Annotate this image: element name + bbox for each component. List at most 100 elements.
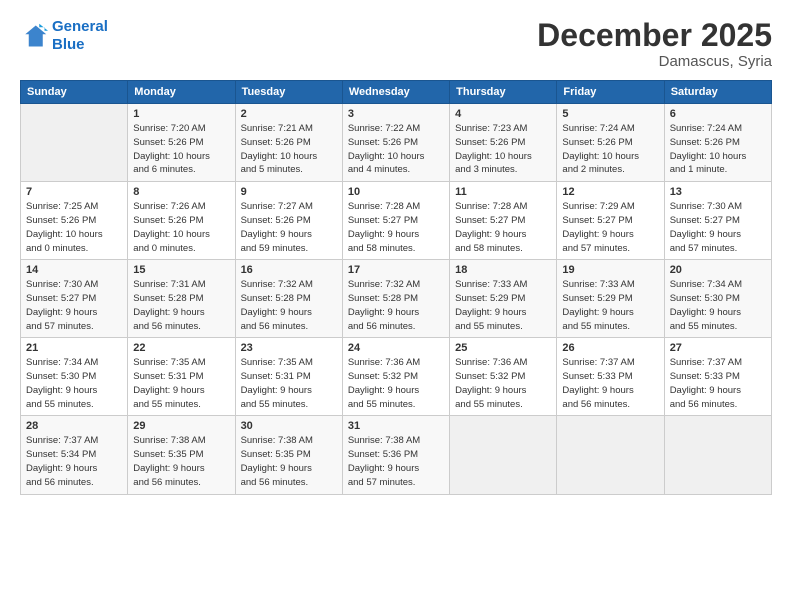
day-number: 7 xyxy=(26,186,122,198)
day-number: 22 xyxy=(133,342,229,354)
logo-text: General Blue xyxy=(52,18,108,54)
calendar-body: 1Sunrise: 7:20 AM Sunset: 5:26 PM Daylig… xyxy=(21,104,772,494)
day-cell: 14 Sunrise: 7:30 AM Sunset: 5:27 PM Dayli… xyxy=(21,260,128,338)
day-info: Sunrise: 7:32 AM Sunset: 5:28 PM Dayligh… xyxy=(241,278,337,333)
day-info: Sunrise: 7:35 AM Sunset: 5:31 PM Dayligh… xyxy=(133,356,229,411)
day-info: Sunrise: 7:38 AM Sunset: 5:36 PM Dayligh… xyxy=(348,434,444,489)
day-cell: 22 Sunrise: 7:35 AM Sunset: 5:31 PM Dayli… xyxy=(128,338,235,416)
day-info: Sunrise: 7:37 AM Sunset: 5:33 PM Dayligh… xyxy=(562,356,658,411)
header: General Blue December 2025 Damascus, Syr… xyxy=(20,18,772,70)
day-cell xyxy=(557,416,664,494)
day-info: Sunrise: 7:38 AM Sunset: 5:35 PM Dayligh… xyxy=(133,434,229,489)
day-cell: 27Sunrise: 7:37 AM Sunset: 5:33 PM Dayli… xyxy=(664,338,771,416)
day-cell: 20 Sunrise: 7:34 AM Sunset: 5:30 PM Dayli… xyxy=(664,260,771,338)
day-cell: 4 Sunrise: 7:23 AM Sunset: 5:26 PM Daylig… xyxy=(450,104,557,182)
day-info: Sunrise: 7:32 AM Sunset: 5:28 PM Dayligh… xyxy=(348,278,444,333)
day-number: 9 xyxy=(241,186,337,198)
col-sunday: Sunday xyxy=(21,81,128,104)
day-number: 25 xyxy=(455,342,551,354)
day-info: Sunrise: 7:24 AM Sunset: 5:26 PM Dayligh… xyxy=(562,122,658,177)
day-info: Sunrise: 7:22 AM Sunset: 5:26 PM Dayligh… xyxy=(348,122,444,177)
day-number: 1 xyxy=(133,108,229,120)
month-title: December 2025 xyxy=(537,18,772,53)
day-cell: 24 Sunrise: 7:36 AM Sunset: 5:32 PM Dayli… xyxy=(342,338,449,416)
title-block: December 2025 Damascus, Syria xyxy=(537,18,772,70)
day-cell: 3 Sunrise: 7:22 AM Sunset: 5:26 PM Daylig… xyxy=(342,104,449,182)
day-number: 15 xyxy=(133,264,229,276)
day-info: Sunrise: 7:37 AM Sunset: 5:33 PM Dayligh… xyxy=(670,356,766,411)
day-info: Sunrise: 7:35 AM Sunset: 5:31 PM Dayligh… xyxy=(241,356,337,411)
col-monday: Monday xyxy=(128,81,235,104)
day-info: Sunrise: 7:28 AM Sunset: 5:27 PM Dayligh… xyxy=(455,200,551,255)
day-cell xyxy=(21,104,128,182)
day-number: 28 xyxy=(26,420,122,432)
col-friday: Friday xyxy=(557,81,664,104)
day-number: 16 xyxy=(241,264,337,276)
day-number: 21 xyxy=(26,342,122,354)
day-cell: 13 Sunrise: 7:30 AM Sunset: 5:27 PM Dayli… xyxy=(664,182,771,260)
day-number: 14 xyxy=(26,264,122,276)
day-number: 29 xyxy=(133,420,229,432)
day-number: 20 xyxy=(670,264,766,276)
day-info: Sunrise: 7:38 AM Sunset: 5:35 PM Dayligh… xyxy=(241,434,337,489)
day-cell: 26 Sunrise: 7:37 AM Sunset: 5:33 PM Dayli… xyxy=(557,338,664,416)
day-info: Sunrise: 7:33 AM Sunset: 5:29 PM Dayligh… xyxy=(562,278,658,333)
day-number: 8 xyxy=(133,186,229,198)
week-row-4: 21Sunrise: 7:34 AM Sunset: 5:30 PM Dayli… xyxy=(21,338,772,416)
day-cell: 1Sunrise: 7:20 AM Sunset: 5:26 PM Daylig… xyxy=(128,104,235,182)
day-info: Sunrise: 7:36 AM Sunset: 5:32 PM Dayligh… xyxy=(348,356,444,411)
col-tuesday: Tuesday xyxy=(235,81,342,104)
day-info: Sunrise: 7:30 AM Sunset: 5:27 PM Dayligh… xyxy=(26,278,122,333)
day-info: Sunrise: 7:29 AM Sunset: 5:27 PM Dayligh… xyxy=(562,200,658,255)
day-number: 24 xyxy=(348,342,444,354)
day-number: 19 xyxy=(562,264,658,276)
col-thursday: Thursday xyxy=(450,81,557,104)
day-cell: 5Sunrise: 7:24 AM Sunset: 5:26 PM Daylig… xyxy=(557,104,664,182)
day-cell: 12 Sunrise: 7:29 AM Sunset: 5:27 PM Dayli… xyxy=(557,182,664,260)
day-cell: 16 Sunrise: 7:32 AM Sunset: 5:28 PM Dayli… xyxy=(235,260,342,338)
week-row-5: 28 Sunrise: 7:37 AM Sunset: 5:34 PM Dayli… xyxy=(21,416,772,494)
day-number: 12 xyxy=(562,186,658,198)
day-number: 6 xyxy=(670,108,766,120)
day-cell: 28 Sunrise: 7:37 AM Sunset: 5:34 PM Dayli… xyxy=(21,416,128,494)
day-cell: 10 Sunrise: 7:28 AM Sunset: 5:27 PM Dayli… xyxy=(342,182,449,260)
day-info: Sunrise: 7:37 AM Sunset: 5:34 PM Dayligh… xyxy=(26,434,122,489)
page: General Blue December 2025 Damascus, Syr… xyxy=(0,0,792,612)
day-number: 23 xyxy=(241,342,337,354)
day-info: Sunrise: 7:21 AM Sunset: 5:26 PM Dayligh… xyxy=(241,122,337,177)
day-info: Sunrise: 7:30 AM Sunset: 5:27 PM Dayligh… xyxy=(670,200,766,255)
day-info: Sunrise: 7:36 AM Sunset: 5:32 PM Dayligh… xyxy=(455,356,551,411)
day-cell: 7 Sunrise: 7:25 AM Sunset: 5:26 PM Daylig… xyxy=(21,182,128,260)
day-number: 10 xyxy=(348,186,444,198)
day-number: 17 xyxy=(348,264,444,276)
logo: General Blue xyxy=(20,18,108,54)
day-info: Sunrise: 7:26 AM Sunset: 5:26 PM Dayligh… xyxy=(133,200,229,255)
day-cell: 25 Sunrise: 7:36 AM Sunset: 5:32 PM Dayli… xyxy=(450,338,557,416)
day-number: 4 xyxy=(455,108,551,120)
week-row-3: 14 Sunrise: 7:30 AM Sunset: 5:27 PM Dayli… xyxy=(21,260,772,338)
day-info: Sunrise: 7:28 AM Sunset: 5:27 PM Dayligh… xyxy=(348,200,444,255)
week-row-1: 1Sunrise: 7:20 AM Sunset: 5:26 PM Daylig… xyxy=(21,104,772,182)
logo-icon xyxy=(20,22,48,50)
day-info: Sunrise: 7:25 AM Sunset: 5:26 PM Dayligh… xyxy=(26,200,122,255)
day-info: Sunrise: 7:33 AM Sunset: 5:29 PM Dayligh… xyxy=(455,278,551,333)
day-cell: 21Sunrise: 7:34 AM Sunset: 5:30 PM Dayli… xyxy=(21,338,128,416)
day-info: Sunrise: 7:27 AM Sunset: 5:26 PM Dayligh… xyxy=(241,200,337,255)
day-cell: 18Sunrise: 7:33 AM Sunset: 5:29 PM Dayli… xyxy=(450,260,557,338)
day-cell: 17 Sunrise: 7:32 AM Sunset: 5:28 PM Dayli… xyxy=(342,260,449,338)
day-number: 13 xyxy=(670,186,766,198)
day-number: 3 xyxy=(348,108,444,120)
header-row: Sunday Monday Tuesday Wednesday Thursday… xyxy=(21,81,772,104)
day-number: 2 xyxy=(241,108,337,120)
col-wednesday: Wednesday xyxy=(342,81,449,104)
day-cell: 31Sunrise: 7:38 AM Sunset: 5:36 PM Dayli… xyxy=(342,416,449,494)
day-cell xyxy=(664,416,771,494)
col-saturday: Saturday xyxy=(664,81,771,104)
day-number: 30 xyxy=(241,420,337,432)
day-number: 26 xyxy=(562,342,658,354)
day-cell: 15Sunrise: 7:31 AM Sunset: 5:28 PM Dayli… xyxy=(128,260,235,338)
day-info: Sunrise: 7:23 AM Sunset: 5:26 PM Dayligh… xyxy=(455,122,551,177)
day-cell: 6Sunrise: 7:24 AM Sunset: 5:26 PM Daylig… xyxy=(664,104,771,182)
day-cell: 9 Sunrise: 7:27 AM Sunset: 5:26 PM Daylig… xyxy=(235,182,342,260)
day-info: Sunrise: 7:34 AM Sunset: 5:30 PM Dayligh… xyxy=(670,278,766,333)
